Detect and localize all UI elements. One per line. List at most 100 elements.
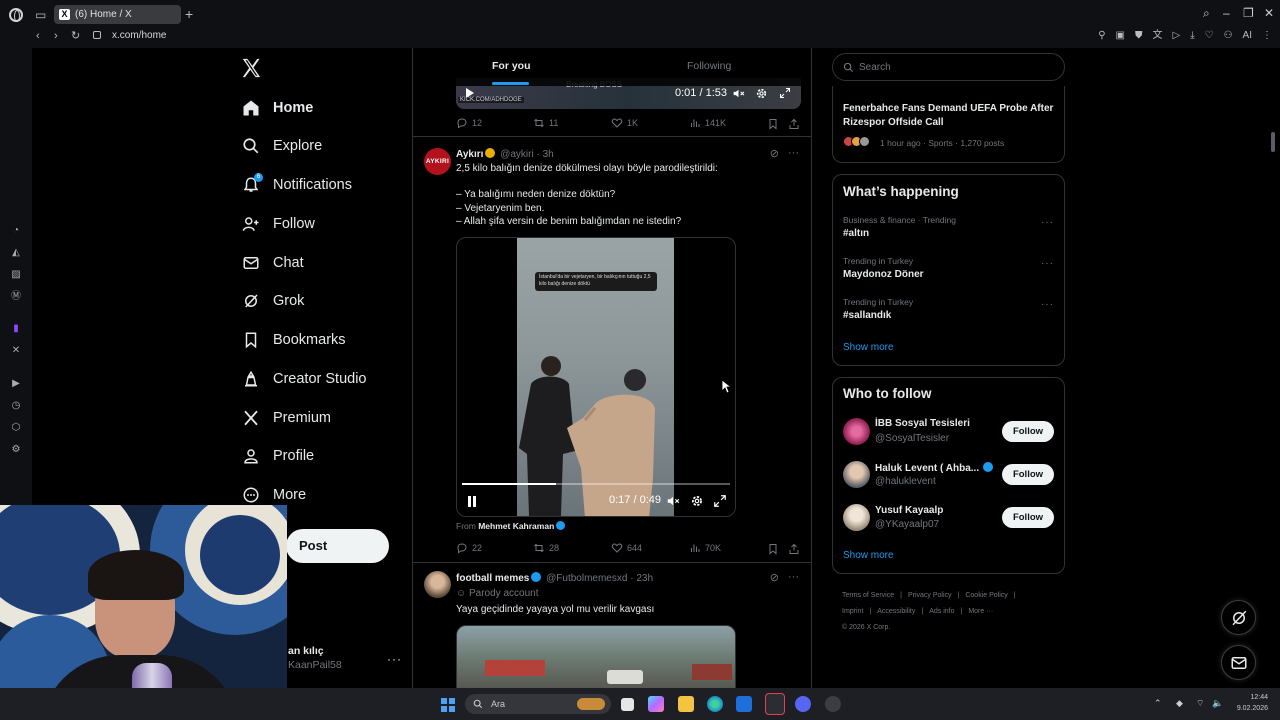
tweet-more-icon[interactable]: ··· — [788, 147, 799, 160]
from-author[interactable]: Mehmet Kahraman — [478, 521, 554, 531]
repost-button[interactable]: 11 — [533, 117, 558, 129]
taskbar-search[interactable]: Ara — [465, 694, 611, 714]
address-bar[interactable]: x.com/home — [112, 30, 166, 41]
pin-icon[interactable]: ⚲ — [1098, 30, 1105, 42]
views-button[interactable]: 70K — [689, 542, 721, 554]
minimize-button[interactable]: – — [1223, 6, 1230, 20]
opera-logo-icon[interactable] — [9, 8, 23, 22]
follow-user-name[interactable]: Yusuf Kayaalp — [875, 505, 943, 516]
post-button[interactable]: Post — [286, 529, 389, 563]
bookmark-icon[interactable] — [767, 543, 779, 555]
like-button[interactable]: 1K — [611, 117, 638, 129]
edge-icon[interactable] — [707, 696, 723, 712]
follow-user-name[interactable]: İBB Sosyal Tesisleri — [875, 418, 970, 429]
mute-icon[interactable] — [666, 494, 680, 508]
close-window-button[interactable]: ✕ — [1264, 6, 1274, 20]
tab-following[interactable]: Following — [687, 60, 731, 72]
tweet-media-image[interactable] — [456, 625, 736, 688]
tweet-author-name[interactable]: football memes — [456, 573, 529, 584]
nav-bookmarks[interactable]: Bookmarks — [242, 327, 346, 353]
history-icon[interactable]: ◷ — [10, 400, 22, 412]
footer-link[interactable]: Ads info — [929, 608, 954, 615]
nav-creator-studio[interactable]: Creator Studio — [242, 366, 367, 392]
repost-button[interactable]: 28 — [533, 542, 559, 554]
x-sidebar-icon[interactable]: ✕ — [10, 345, 22, 357]
maximize-button[interactable]: ❐ — [1243, 6, 1254, 20]
nav-notifications[interactable]: 6 Notifications — [242, 172, 352, 198]
translate-icon[interactable]: 文 — [1152, 30, 1162, 42]
taskbar-search-input[interactable]: Ara — [491, 699, 505, 709]
account-more-icon[interactable]: ··· — [387, 652, 402, 666]
avatar-yusuf-kayaalp[interactable] — [843, 504, 870, 531]
messenger-icon[interactable]: Ⓜ — [10, 291, 22, 303]
tweet-author-name[interactable]: Aykırı — [456, 149, 483, 160]
tweet-author-handle[interactable]: @Futbolmemesxd — [546, 573, 627, 584]
avatar-aykiri[interactable]: AYKIRI — [424, 148, 451, 175]
windows-start-icon[interactable] — [441, 698, 455, 712]
trends-show-more[interactable]: Show more — [843, 342, 894, 353]
play-icon[interactable]: ▷ — [1172, 30, 1180, 42]
settings-gear-icon[interactable] — [690, 494, 704, 508]
search-box[interactable]: Search — [832, 53, 1065, 81]
system-clock[interactable]: 12:44 9.02.2026 — [1230, 692, 1268, 714]
views-button[interactable]: 141K — [689, 117, 726, 129]
follow-button[interactable]: Follow — [1002, 464, 1054, 485]
nav-grok[interactable]: Grok — [242, 288, 304, 314]
tweet-author-handle[interactable]: @aykiri — [500, 149, 534, 160]
footer-link[interactable]: Terms of Service — [842, 592, 894, 599]
pause-icon[interactable] — [467, 496, 477, 507]
follow-user-name[interactable]: Haluk Levent ( Ahba... — [875, 462, 995, 474]
tray-overflow-icon[interactable]: ⌃ — [1154, 697, 1162, 709]
trend-more-icon[interactable]: ··· — [1041, 258, 1054, 269]
share-icon[interactable] — [788, 543, 800, 555]
discord-icon[interactable] — [795, 696, 811, 712]
avatar-ibb[interactable] — [843, 418, 870, 445]
file-explorer-icon[interactable] — [678, 696, 694, 712]
x-logo-icon[interactable] — [240, 57, 262, 79]
bookmark-icon[interactable] — [767, 118, 779, 130]
nav-follow[interactable]: Follow — [242, 211, 315, 237]
trend-name[interactable]: Maydonoz Döner — [843, 269, 924, 280]
grok-explain-icon[interactable]: ⊘ — [770, 571, 779, 584]
mute-icon[interactable] — [732, 87, 745, 100]
settings-icon[interactable]: ⚙ — [10, 444, 22, 456]
tweet-more-icon[interactable]: ··· — [788, 571, 799, 584]
player-icon[interactable]: ▶ — [10, 378, 22, 390]
follow-show-more[interactable]: Show more — [843, 550, 894, 561]
reply-button[interactable]: 12 — [456, 117, 482, 129]
news-card[interactable]: Fenerbahce Fans Demand UEFA Probe After … — [832, 86, 1065, 163]
messages-fab-button[interactable] — [1221, 645, 1256, 680]
tab-for-you[interactable]: For you — [492, 60, 531, 72]
nav-profile[interactable]: Profile — [242, 443, 314, 469]
footer-link[interactable]: Privacy Policy — [908, 592, 952, 599]
reload-button[interactable]: ↻ — [71, 30, 80, 42]
aria-icon[interactable]: ◔ — [10, 225, 22, 237]
store-icon[interactable] — [736, 696, 752, 712]
volume-icon[interactable]: 🔈 — [1212, 697, 1223, 709]
heart-icon[interactable]: ♡ — [1205, 30, 1214, 42]
new-tab-button[interactable]: + — [185, 6, 193, 22]
tweet-time[interactable]: · 23h — [630, 573, 653, 584]
back-button[interactable]: ‹ — [36, 30, 40, 42]
obs-icon[interactable] — [825, 696, 841, 712]
page-scrollbar[interactable] — [1271, 132, 1275, 152]
search-tabs-icon[interactable]: ⌕ — [1203, 6, 1210, 20]
grok-fab-button[interactable] — [1221, 600, 1256, 635]
copilot-icon[interactable] — [648, 696, 664, 712]
nav-chat[interactable]: Chat — [242, 250, 304, 276]
news-title[interactable]: Fenerbahce Fans Demand UEFA Probe After … — [843, 102, 1063, 130]
nav-home[interactable]: Home — [242, 95, 313, 121]
footer-link[interactable]: Cookie Policy — [965, 592, 1007, 599]
menu-icon[interactable]: ⋮ — [1262, 30, 1272, 42]
forward-button[interactable]: › — [54, 30, 58, 42]
follow-button[interactable]: Follow — [1002, 507, 1054, 528]
browser-tab-home[interactable]: X (6) Home / X — [54, 5, 181, 24]
trend-name[interactable]: #sallandık — [843, 310, 891, 321]
snapshot-icon[interactable]: ▣ — [1116, 30, 1125, 42]
nav-premium[interactable]: Premium — [242, 405, 331, 431]
task-view-icon[interactable] — [621, 698, 634, 711]
shield-icon[interactable]: ⛊ — [1135, 30, 1143, 42]
notes-icon[interactable]: ▨ — [10, 269, 22, 281]
tray-app-icon[interactable]: ◆ — [1176, 697, 1183, 709]
settings-gear-icon[interactable] — [755, 87, 768, 100]
